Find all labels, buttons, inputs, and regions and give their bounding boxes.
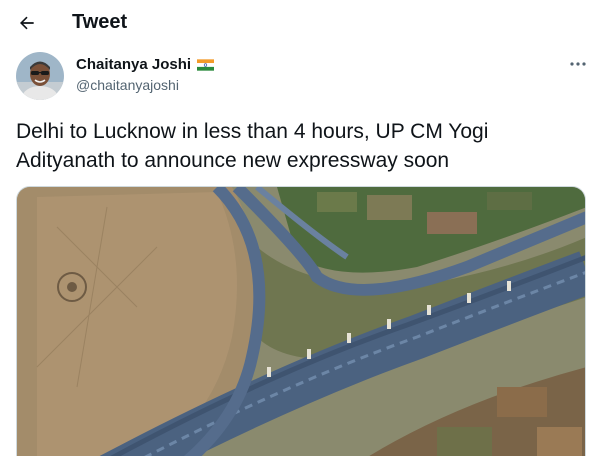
more-options-button[interactable] [566,56,590,72]
tweet-media[interactable] [16,186,586,456]
india-flag-icon [197,58,215,71]
arrow-left-icon [20,16,34,30]
author-name[interactable]: Chaitanya Joshi [76,56,191,73]
author-handle[interactable]: @chaitanyajoshi [76,77,214,93]
avatar-photo [16,52,64,100]
top-bar: Tweet [0,0,600,46]
tweet-author: Chaitanya Joshi @chaitanyajoshi [76,56,215,93]
avatar[interactable] [16,52,64,100]
expressway-photo [17,187,585,456]
page-title: Tweet [72,11,128,33]
back-button[interactable] [16,12,38,34]
more-horizontal-icon [570,62,586,66]
tweet-text: Delhi to Lucknow in less than 4 hours, U… [16,120,489,172]
